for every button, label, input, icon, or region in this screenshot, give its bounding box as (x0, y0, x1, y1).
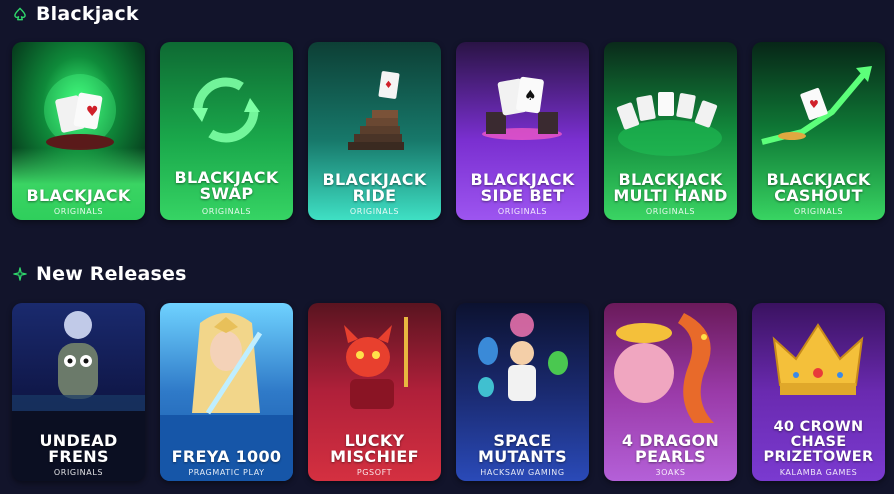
game-title: 40 CROWN CHASE PRIZETOWER (763, 419, 874, 465)
game-provider: PGSOFT (356, 468, 393, 477)
game-title: BLACKJACK (26, 186, 131, 205)
svg-text:♥: ♥ (809, 98, 819, 111)
game-card-blackjack-ride[interactable]: ♦ BLACKJACK RIDE ORIGINALS (308, 42, 441, 220)
svg-text:♦: ♦ (384, 80, 393, 91)
game-title: FREYA 1000 (171, 447, 282, 466)
spade-icon (12, 6, 28, 22)
section-title: Blackjack (36, 3, 139, 25)
game-card-undead-frens[interactable]: UNDEAD FRENS ORIGINALS (12, 303, 145, 481)
game-title: 4 DRAGON PEARLS (621, 431, 720, 466)
game-provider: ORIGINALS (53, 468, 104, 477)
game-title: LUCKY MISCHIEF (330, 431, 419, 466)
game-provider: HACKSAW GAMING (480, 468, 565, 477)
game-provider: PRAGMATIC PLAY (188, 468, 265, 477)
game-title: UNDEAD FRENS (39, 431, 118, 466)
game-title: BLACKJACK SIDE BET (470, 170, 575, 205)
section-title: New Releases (36, 263, 187, 285)
game-card-blackjack[interactable]: ♥ BLACKJACK ORIGINALS (12, 42, 145, 220)
new-releases-games-row: UNDEAD FRENS ORIGINALS FREYA 1000 PRAGMA… (12, 303, 885, 481)
game-card-blackjack-swap[interactable]: BLACKJACK SWAP ORIGINALS (160, 42, 293, 220)
game-title: SPACE MUTANTS (478, 431, 567, 466)
game-card-blackjack-cashout[interactable]: ♥ BLACKJACK CASHOUT ORIGINALS (752, 42, 885, 220)
svg-text:♠: ♠ (524, 88, 537, 104)
sparkle-icon (12, 266, 28, 282)
game-card-lucky-mischief[interactable]: LUCKY MISCHIEF PGSOFT (308, 303, 441, 481)
game-provider: ORIGINALS (53, 207, 104, 216)
game-provider: ORIGINALS (645, 207, 696, 216)
game-provider: ORIGINALS (793, 207, 844, 216)
svg-text:♥: ♥ (86, 104, 99, 120)
game-title: BLACKJACK SWAP (174, 168, 279, 203)
blackjack-games-row: ♥ BLACKJACK ORIGINALS BLACKJACK SWAP ORI… (12, 42, 885, 220)
game-provider: ORIGINALS (201, 207, 252, 216)
game-card-space-mutants[interactable]: SPACE MUTANTS HACKSAW GAMING (456, 303, 589, 481)
game-provider: 3OAKS (655, 468, 686, 477)
game-card-40-crown-chase-prizetower[interactable]: 40 CROWN CHASE PRIZETOWER KALAMBA GAMES (752, 303, 885, 481)
game-provider: ORIGINALS (497, 207, 548, 216)
game-card-freya-1000[interactable]: FREYA 1000 PRAGMATIC PLAY (160, 303, 293, 481)
game-card-blackjack-side-bet[interactable]: ♠ BLACKJACK SIDE BET ORIGINALS (456, 42, 589, 220)
game-provider: KALAMBA GAMES (779, 468, 858, 477)
blackjack-section-header: Blackjack (12, 3, 139, 25)
new-releases-section-header: New Releases (12, 263, 187, 285)
game-title: BLACKJACK MULTI HAND (613, 170, 728, 205)
game-card-blackjack-multi-hand[interactable]: BLACKJACK MULTI HAND ORIGINALS (604, 42, 737, 220)
game-title: BLACKJACK RIDE (322, 170, 427, 205)
game-provider: ORIGINALS (349, 207, 400, 216)
game-title: BLACKJACK CASHOUT (766, 170, 871, 205)
game-card-4-dragon-pearls[interactable]: 4 DRAGON PEARLS 3OAKS (604, 303, 737, 481)
